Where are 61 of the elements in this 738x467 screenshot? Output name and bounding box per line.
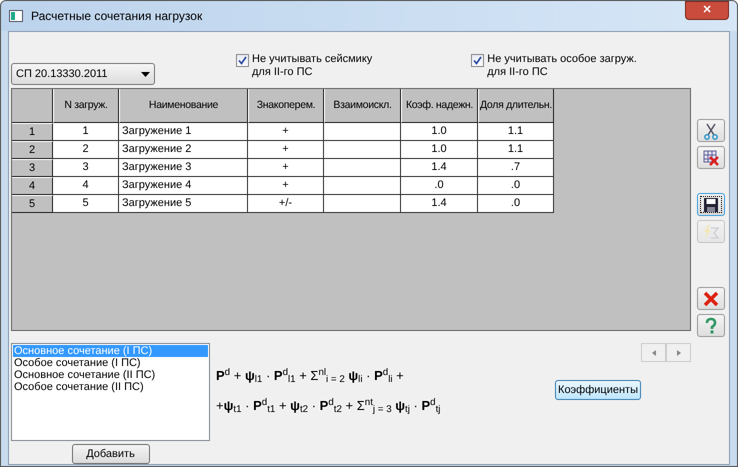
check-icon <box>473 56 482 65</box>
app-icon <box>9 10 23 22</box>
left-arrow-icon <box>652 350 656 356</box>
delete-table-button[interactable] <box>697 146 725 169</box>
help-button[interactable] <box>697 314 725 337</box>
right-arrow-icon <box>676 350 680 356</box>
table-cell: + <box>248 177 324 195</box>
table-cell: + <box>248 159 324 177</box>
list-item[interactable]: Основное сочетание (II ПС) <box>13 369 208 381</box>
row-header[interactable]: 2 <box>12 141 53 159</box>
sum-icon <box>702 222 720 240</box>
table-cell: .0 <box>478 177 554 195</box>
norm-dropdown[interactable]: СП 20.13330.2011 <box>11 63 155 85</box>
delete-button[interactable] <box>697 287 725 310</box>
scissors-icon <box>702 122 720 140</box>
dropdown-caret-icon <box>141 72 150 76</box>
table-cell: 1.4 <box>401 195 478 213</box>
row-header[interactable]: 1 <box>12 123 53 141</box>
table-cell: Загружение 3 <box>119 159 248 177</box>
row-header[interactable]: 5 <box>12 195 53 213</box>
scroll-left-button[interactable] <box>641 343 666 362</box>
row-header[interactable]: 4 <box>12 177 53 195</box>
close-button[interactable]: ✕ <box>685 1 729 20</box>
list-item[interactable]: Особое сочетание (II ПС) <box>13 381 208 393</box>
table-cell: + <box>248 123 324 141</box>
table-cell: 2 <box>53 141 119 159</box>
table-cell: 1.1 <box>478 123 554 141</box>
table-cell: 1.0 <box>401 123 478 141</box>
table-cell: 1.0 <box>401 141 478 159</box>
checkbox-label: Не учитывать сейсмику для II-го ПС <box>252 53 372 79</box>
table-cell: 1.4 <box>401 159 478 177</box>
delete-table-icon <box>702 148 720 166</box>
table-cell: 1.1 <box>478 141 554 159</box>
coefficients-button[interactable]: Коэффициенты <box>555 380 641 400</box>
row-header[interactable]: 3 <box>12 159 53 177</box>
table-cell: .7 <box>478 159 554 177</box>
table-cell: Загружение 5 <box>119 195 248 213</box>
table-cell: Загружение 2 <box>119 141 248 159</box>
table-cell: 4 <box>53 177 119 195</box>
cut-button[interactable] <box>697 119 725 142</box>
checkbox[interactable] <box>471 54 484 67</box>
scroll-right-button[interactable] <box>666 343 691 362</box>
formula-line: P$^{d}$ + ψ$_{l1}$ · P$^{d}$$_{l1}$ + Σ$^{nl}$$_{i = 2}$ ψ$_{li}$ · P$^{d}$$_{li}$ + <box>216 366 405 388</box>
table-cell: + <box>248 141 324 159</box>
table-cell: 5 <box>53 195 119 213</box>
table-cell: 1 <box>53 123 119 141</box>
save-button[interactable] <box>697 193 725 216</box>
table-cell: +/- <box>248 195 324 213</box>
table-cell: Загружение 1 <box>119 123 248 141</box>
table-cell: .0 <box>401 177 478 195</box>
checkbox-label: Не учитывать особое загруж. для II-го ПС <box>487 53 637 79</box>
table-cell: Загружение 4 <box>119 177 248 195</box>
save-icon <box>702 196 720 214</box>
delete-icon <box>702 290 720 308</box>
window-title: Расчетные сочетания нагрузок <box>31 8 202 25</box>
table-cell: .0 <box>478 195 554 213</box>
table-cell: 3 <box>53 159 119 177</box>
check-icon <box>238 56 247 65</box>
list-item[interactable]: Особое сочетание (I ПС) <box>13 357 208 369</box>
checkbox[interactable] <box>236 54 249 67</box>
add-button[interactable]: Добавить <box>72 444 150 464</box>
